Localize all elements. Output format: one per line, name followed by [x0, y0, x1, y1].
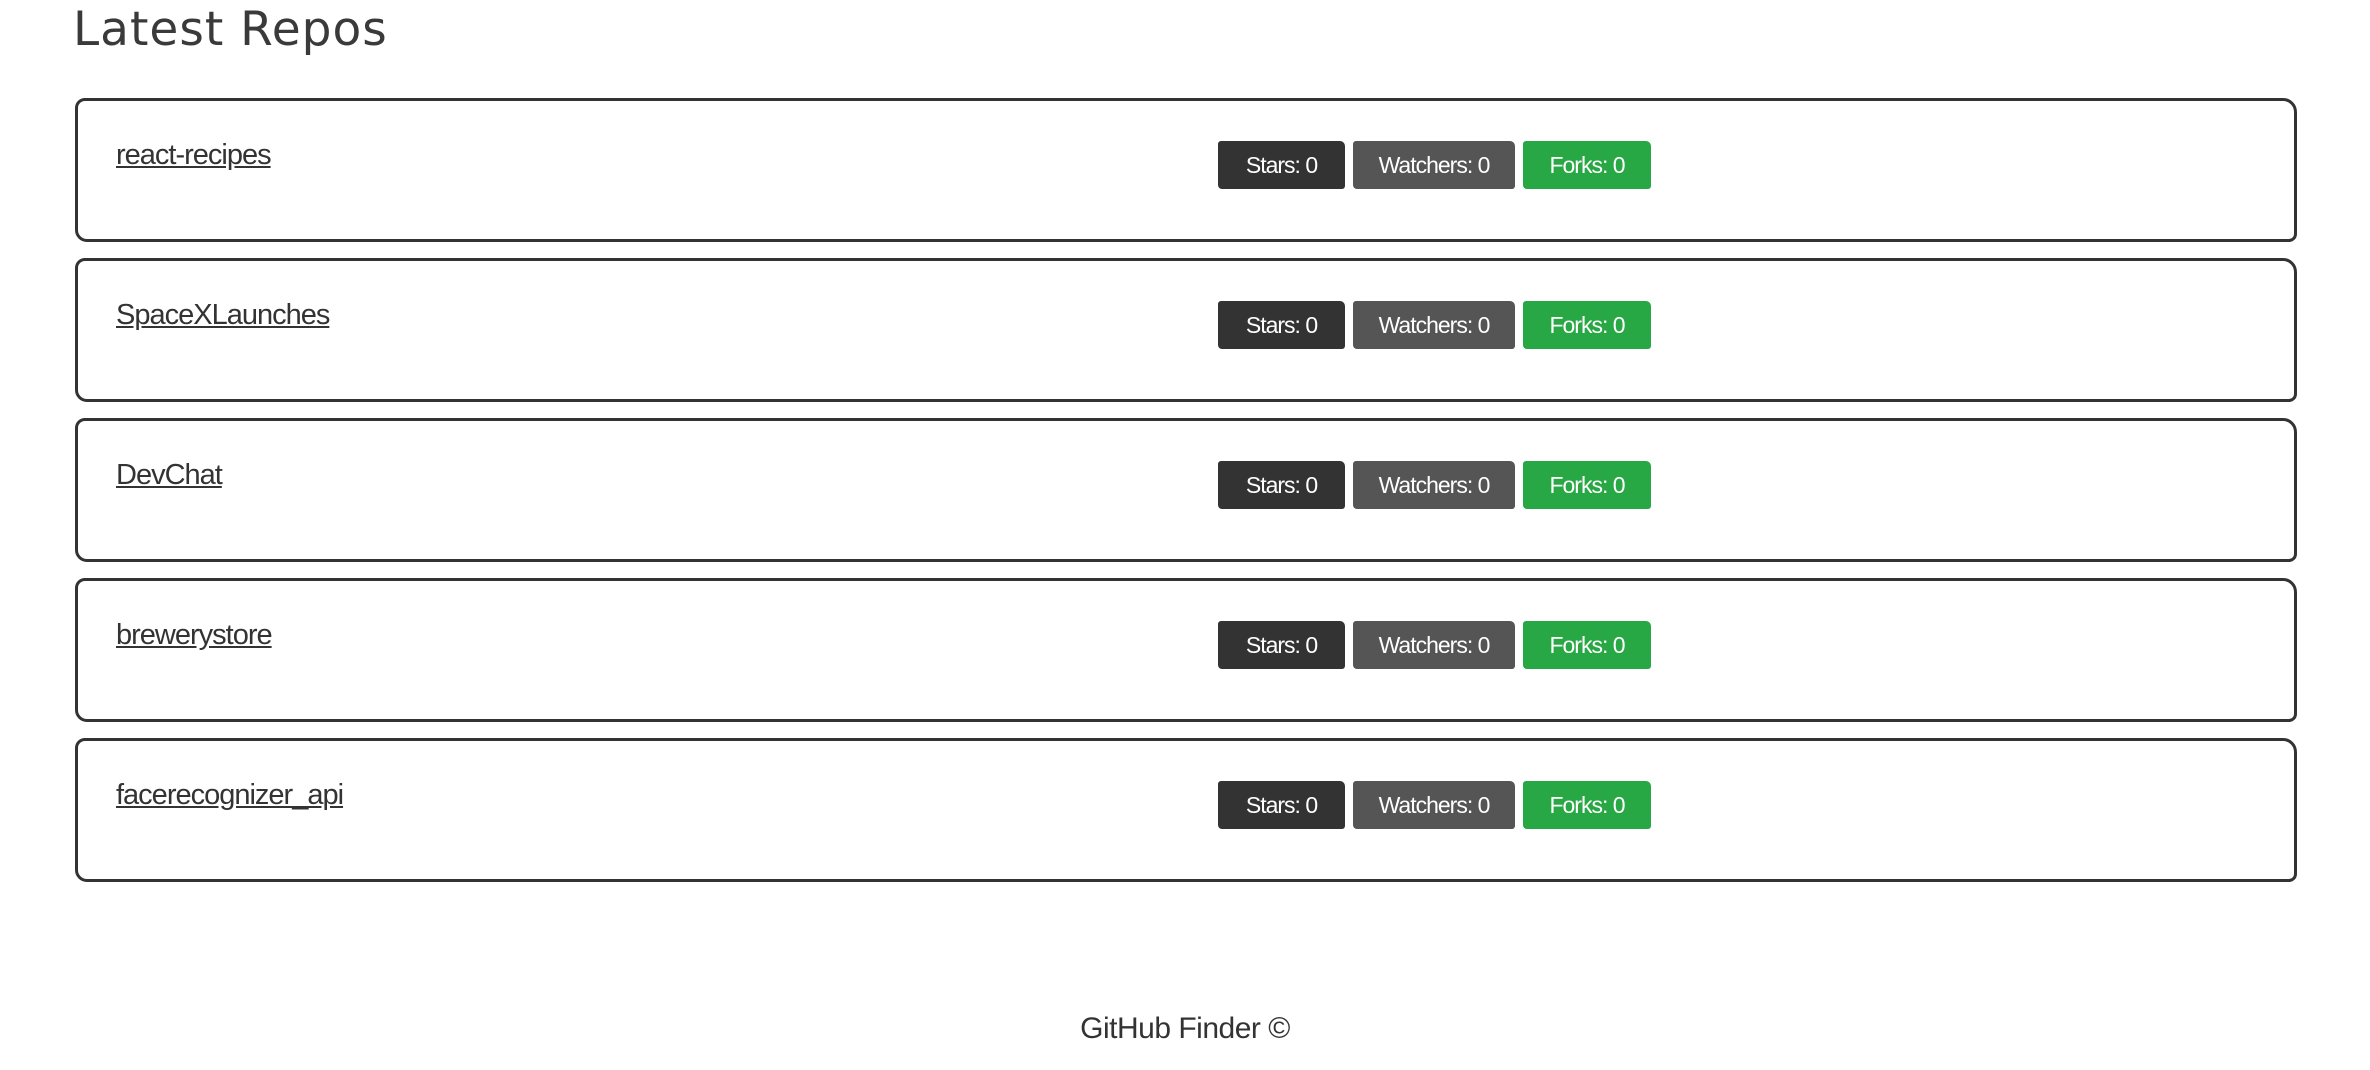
- repo-link[interactable]: DevChat: [116, 459, 223, 492]
- repo-link[interactable]: brewerystore: [116, 619, 273, 652]
- footer-text: GitHub Finder ©: [1080, 1012, 1290, 1045]
- repo-link[interactable]: react-recipes: [116, 139, 272, 172]
- forks-badge: Forks: 0: [1523, 461, 1651, 509]
- forks-badge: Forks: 0: [1523, 621, 1651, 669]
- repo-card: DevChat Stars: 0 Watchers: 0 Forks: 0: [75, 418, 2297, 562]
- repo-card: SpaceXLaunches Stars: 0 Watchers: 0 Fork…: [75, 258, 2297, 402]
- stars-badge: Stars: 0: [1218, 781, 1345, 829]
- stars-badge: Stars: 0: [1218, 301, 1345, 349]
- forks-badge: Forks: 0: [1523, 141, 1651, 189]
- watchers-badge: Watchers: 0: [1353, 781, 1515, 829]
- forks-badge: Forks: 0: [1523, 781, 1651, 829]
- repo-link[interactable]: facerecognizer_api: [116, 779, 344, 812]
- watchers-badge: Watchers: 0: [1353, 301, 1515, 349]
- stars-badge: Stars: 0: [1218, 621, 1345, 669]
- stars-badge: Stars: 0: [1218, 141, 1345, 189]
- repo-list: react-recipes Stars: 0 Watchers: 0 Forks…: [75, 98, 2297, 898]
- watchers-badge: Watchers: 0: [1353, 461, 1515, 509]
- repo-link[interactable]: SpaceXLaunches: [116, 299, 330, 332]
- forks-badge: Forks: 0: [1523, 301, 1651, 349]
- repo-card: brewerystore Stars: 0 Watchers: 0 Forks:…: [75, 578, 2297, 722]
- repo-card: facerecognizer_api Stars: 0 Watchers: 0 …: [75, 738, 2297, 882]
- watchers-badge: Watchers: 0: [1353, 621, 1515, 669]
- stars-badge: Stars: 0: [1218, 461, 1345, 509]
- page-title: Latest Repos: [73, 2, 388, 57]
- repo-card: react-recipes Stars: 0 Watchers: 0 Forks…: [75, 98, 2297, 242]
- watchers-badge: Watchers: 0: [1353, 141, 1515, 189]
